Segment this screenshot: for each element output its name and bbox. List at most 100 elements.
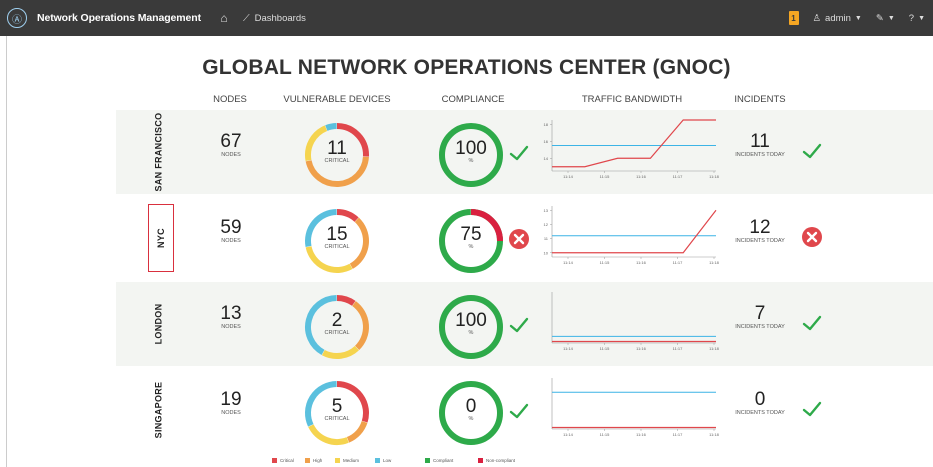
header-compliance: COMPLIANCE xyxy=(441,94,505,105)
incidents-unit: INCIDENTS TODAY xyxy=(735,238,785,244)
dashboards-link[interactable]: ⟋ Dashboards xyxy=(243,13,306,24)
incidents-count[interactable]: 0 INCIDENTS TODAY xyxy=(726,390,794,417)
chevron-down-icon: ▼ xyxy=(887,14,895,22)
vulnerable-devices-count: 11 CRITICAL xyxy=(304,139,370,164)
error-icon xyxy=(509,229,529,249)
site-name[interactable]: LONDON xyxy=(151,282,165,366)
app-title[interactable]: Network Operations Management xyxy=(37,12,201,24)
site-row: SINGAPORE 19 NODES 5 CRITICAL 0% 11:14 11:15 11:… xyxy=(116,368,933,452)
home-icon[interactable]: ⌂ xyxy=(217,11,231,25)
nodes-value: 19 xyxy=(220,389,242,410)
site-name-label: SAN FRANCISCO xyxy=(153,112,163,192)
compliance-percent: 0% xyxy=(438,396,504,422)
x-tick-label: 11:17 xyxy=(673,260,683,265)
check-icon xyxy=(509,403,529,419)
user-menu[interactable]: ♙ admin ▼ xyxy=(813,13,862,24)
traffic-series-line xyxy=(552,119,716,168)
incidents-count[interactable]: 11 INCIDENTS TODAY xyxy=(726,131,794,159)
x-tick-label: 11:15 xyxy=(600,174,610,179)
compliance-value: 100 xyxy=(455,310,487,331)
nodes-unit: NODES xyxy=(221,324,241,330)
legend-noncompliant: Non-compliant xyxy=(478,458,515,463)
x-tick-label: 11:16 xyxy=(636,260,646,265)
wrench-icon: ✎ xyxy=(875,12,884,24)
incidents-status xyxy=(801,140,823,162)
incidents-value: 11 xyxy=(750,131,770,152)
x-tick-label: 11:14 xyxy=(563,346,573,351)
chart-icon: ⟋ xyxy=(242,12,250,24)
top-navigation-bar: Ⓐ Network Operations Management ⌂ ⟋ Dash… xyxy=(0,0,933,36)
incidents-count[interactable]: 12 INCIDENTS TODAY xyxy=(726,217,794,245)
compliance-percent: 75% xyxy=(438,224,504,250)
nodes-value: 67 xyxy=(220,131,242,152)
nodes-value: 59 xyxy=(220,217,242,238)
header-vulnerable-devices: VULNERABLE DEVICES xyxy=(283,94,391,105)
traffic-bandwidth-chart[interactable]: 13 12 11 10 11:14 11:15 11:16 11:17 11:18 xyxy=(540,202,720,272)
traffic-series-line xyxy=(552,209,717,254)
traffic-bandwidth-chart[interactable]: 11:14 11:15 11:16 11:17 11:18 xyxy=(540,374,720,444)
critical-unit: CRITICAL xyxy=(324,416,350,422)
x-tick-label: 11:15 xyxy=(600,260,610,265)
user-label: admin xyxy=(825,12,851,24)
donut-segment-critical xyxy=(336,209,359,222)
x-tick-label: 11:15 xyxy=(600,346,610,351)
critical-unit: CRITICAL xyxy=(324,330,350,336)
traffic-bandwidth-chart[interactable]: 11:14 11:15 11:16 11:17 11:18 xyxy=(540,288,720,358)
incidents-count[interactable]: 7 INCIDENTS TODAY xyxy=(726,304,794,331)
x-tick-label: 11:14 xyxy=(563,260,573,265)
notification-badge[interactable]: 1 xyxy=(788,11,799,25)
chevron-down-icon: ▼ xyxy=(918,14,925,22)
check-icon xyxy=(509,317,529,333)
vulnerable-devices-count: 5 CRITICAL xyxy=(304,396,370,422)
compliance-status xyxy=(508,228,530,250)
critical-unit: CRITICAL xyxy=(324,244,350,250)
compliance-percent: 100% xyxy=(438,139,504,164)
site-name[interactable]: SINGAPORE xyxy=(151,368,165,452)
percent-unit: % xyxy=(468,244,474,250)
percent-unit: % xyxy=(468,158,474,164)
legend-swatch xyxy=(425,458,430,463)
site-name-label: SINGAPORE xyxy=(153,381,163,439)
app-logo-icon[interactable]: Ⓐ xyxy=(7,8,27,28)
legend-high: High xyxy=(305,458,322,463)
help-menu[interactable]: ? ▼ xyxy=(909,13,925,24)
incidents-value: 12 xyxy=(749,217,771,238)
check-icon xyxy=(802,315,822,331)
help-icon: ? xyxy=(908,12,915,24)
legend-swatch xyxy=(335,458,340,463)
x-tick-label: 11:18 xyxy=(709,432,719,437)
tools-menu[interactable]: ✎ ▼ xyxy=(876,13,895,24)
compliance-status xyxy=(508,142,530,164)
compliance-percent: 100% xyxy=(438,310,504,336)
site-row: SAN FRANCISCO 67 NODES 11 CRITICAL 100% 18 16 14… xyxy=(116,110,933,194)
compliance-status xyxy=(508,400,530,422)
header-traffic-bandwidth: TRAFFIC BANDWIDTH xyxy=(581,94,683,105)
check-icon xyxy=(802,315,822,331)
error-icon xyxy=(802,227,822,247)
site-name[interactable]: SAN FRANCISCO xyxy=(151,110,165,194)
compliance-status xyxy=(508,314,530,336)
x-tick-label: 11:18 xyxy=(709,260,719,265)
legend: Critical High Medium Low Compliant Non-c… xyxy=(0,458,933,466)
donut-segment-high xyxy=(346,420,368,443)
traffic-bandwidth-chart[interactable]: 18 16 14 11:14 11:15 11:16 11:17 11:18 xyxy=(540,116,720,186)
percent-unit: % xyxy=(468,330,474,336)
legend-low: Low xyxy=(375,458,391,463)
nodes-count: 59 NODES xyxy=(216,217,246,245)
check-icon xyxy=(802,401,822,417)
vulnerable-value: 5 xyxy=(331,396,343,417)
check-icon xyxy=(802,401,822,417)
header-incidents: INCIDENTS xyxy=(734,94,786,105)
page-title: GLOBAL NETWORK OPERATIONS CENTER (GNOC) xyxy=(202,56,731,79)
site-name-label: NYC xyxy=(156,228,166,248)
x-tick-label: 11:15 xyxy=(600,432,610,437)
vulnerable-devices-count: 2 CRITICAL xyxy=(304,311,370,336)
site-name[interactable]: NYC xyxy=(148,204,174,272)
compliance-value: 0 xyxy=(465,396,477,417)
x-tick-label: 11:18 xyxy=(709,174,719,179)
compliance-value: 75 xyxy=(460,224,482,245)
nodes-count: 67 NODES xyxy=(216,131,246,159)
x-tick-label: 11:16 xyxy=(636,432,646,437)
check-icon xyxy=(802,143,822,159)
donut-segment-critical xyxy=(336,295,356,306)
